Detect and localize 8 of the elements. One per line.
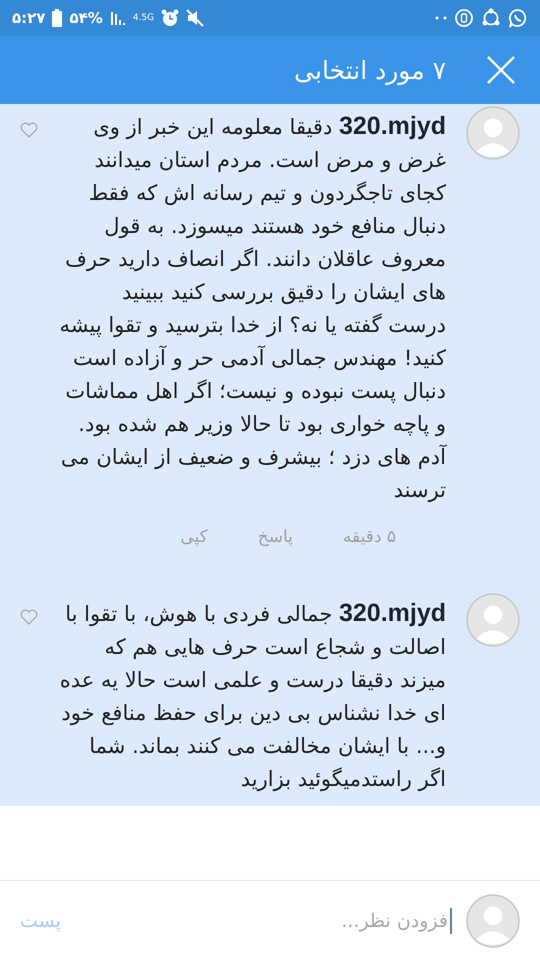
- status-time: ۵:۲۷: [12, 9, 46, 27]
- network-type: 4.5G: [132, 13, 154, 23]
- comment-action-link[interactable]: کپی: [180, 527, 208, 547]
- selection-title: ۷ مورد انتخابی: [294, 56, 446, 84]
- comment-action-link[interactable]: پاسخ: [258, 527, 293, 547]
- comment-time: ۵ دقیقه: [342, 527, 396, 547]
- battery-percent: ۵۴%: [69, 9, 103, 27]
- comment-input[interactable]: فزودن نظر...: [74, 908, 452, 934]
